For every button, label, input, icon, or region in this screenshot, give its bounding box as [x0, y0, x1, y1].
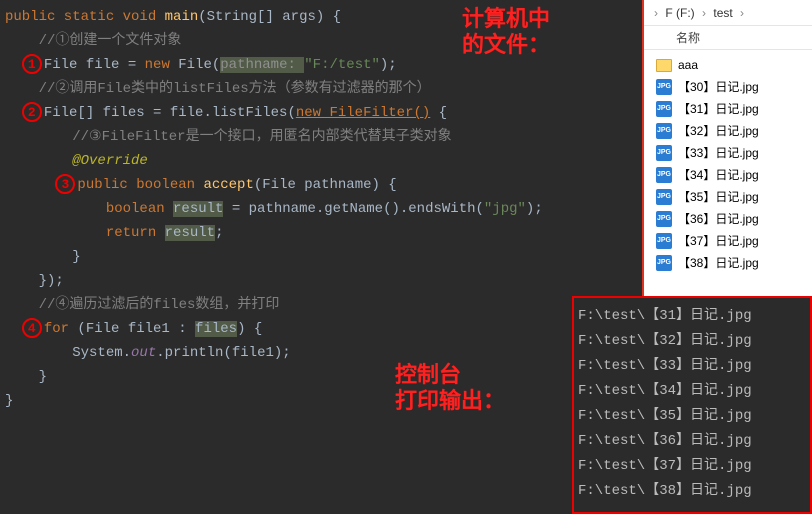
- jpg-icon: JPG: [656, 101, 672, 117]
- code-editor[interactable]: public static void main(String[] args) {…: [0, 0, 640, 514]
- console-line: F:\test\【38】日记.jpg: [578, 479, 806, 504]
- jpg-icon: JPG: [656, 233, 672, 249]
- code-text: = pathname.getName().endsWith(: [223, 201, 483, 217]
- kw-boolean: boolean: [5, 201, 173, 217]
- jpg-icon: JPG: [656, 79, 672, 95]
- annotation-console-label: 控制台打印输出：: [395, 362, 505, 414]
- console-output[interactable]: F:\test\【31】日记.jpgF:\test\【32】日记.jpgF:\t…: [572, 296, 812, 514]
- folder-icon: [656, 59, 672, 72]
- jpg-icon: JPG: [656, 167, 672, 183]
- file-name: 【34】日记.jpg: [678, 164, 759, 186]
- file-name: 【30】日记.jpg: [678, 76, 759, 98]
- kw-new: new: [145, 57, 179, 73]
- marker-4: 4: [22, 318, 42, 338]
- code-brace: });: [5, 269, 640, 293]
- file-row[interactable]: JPG 【37】日记.jpg: [644, 230, 812, 252]
- annotation-files-label: 计算机中的文件：: [462, 6, 550, 58]
- code-text: {: [430, 105, 447, 121]
- marker-3: 3: [55, 174, 75, 194]
- code-text: File(: [178, 57, 220, 73]
- console-line: F:\test\【34】日记.jpg: [578, 379, 806, 404]
- kw-new-filter: new FileFilter(): [296, 105, 430, 121]
- jpg-icon: JPG: [656, 189, 672, 205]
- file-row[interactable]: JPG 【30】日记.jpg: [644, 76, 812, 98]
- file-row[interactable]: JPG 【31】日记.jpg: [644, 98, 812, 120]
- field-out: out: [131, 345, 156, 361]
- file-name: 【32】日记.jpg: [678, 120, 759, 142]
- kw-return: return: [5, 225, 165, 241]
- jpg-icon: JPG: [656, 123, 672, 139]
- file-row[interactable]: JPG 【35】日记.jpg: [644, 186, 812, 208]
- code-brace: }: [5, 245, 640, 269]
- comment-4: //④遍历过滤后的files数组，并打印: [5, 293, 640, 317]
- file-name: 【36】日记.jpg: [678, 208, 759, 230]
- method-main: main: [165, 9, 199, 25]
- string-literal: "F:/test": [304, 57, 380, 73]
- code-brace: }: [5, 389, 640, 413]
- code-text: ) {: [237, 321, 262, 337]
- var-result: result: [173, 201, 223, 217]
- comment-2: //②调用File类中的listFiles方法（参数有过滤器的那个）: [5, 77, 640, 101]
- comment-3: //③FileFilter是一个接口，用匿名内部类代替其子类对象: [5, 125, 640, 149]
- annotation-override: @Override: [5, 149, 640, 173]
- chevron-icon: ›: [702, 6, 706, 20]
- jpg-icon: JPG: [656, 211, 672, 227]
- code-text: ;: [215, 225, 223, 241]
- var-result2: result: [165, 225, 215, 241]
- breadcrumb-folder[interactable]: test: [713, 6, 732, 20]
- file-explorer: › F (F:) › test › 名称 aaaJPG【30】日记.jpgJPG…: [642, 0, 812, 296]
- file-name: 【38】日记.jpg: [678, 252, 759, 274]
- var-files: files: [195, 321, 237, 337]
- console-line: F:\test\【31】日记.jpg: [578, 304, 806, 329]
- jpg-icon: JPG: [656, 255, 672, 271]
- kw-public-bool: public boolean: [77, 177, 203, 193]
- code-text: File file =: [44, 57, 145, 73]
- method-accept: accept: [203, 177, 253, 193]
- file-row[interactable]: JPG 【36】日记.jpg: [644, 208, 812, 230]
- param-hint: pathname:: [220, 57, 304, 73]
- string-jpg: "jpg": [484, 201, 526, 217]
- console-line: F:\test\【37】日记.jpg: [578, 454, 806, 479]
- code-text: File[] files = file.listFiles(: [44, 105, 296, 121]
- marker-2: 2: [22, 102, 42, 122]
- column-header-name[interactable]: 名称: [644, 26, 812, 50]
- code-text: .println(file1);: [156, 345, 290, 361]
- code-text: System.: [5, 345, 131, 361]
- file-row[interactable]: JPG 【32】日记.jpg: [644, 120, 812, 142]
- file-row[interactable]: JPG 【38】日记.jpg: [644, 252, 812, 274]
- breadcrumb[interactable]: › F (F:) › test ›: [644, 0, 812, 26]
- jpg-icon: JPG: [656, 145, 672, 161]
- file-row[interactable]: JPG 【34】日记.jpg: [644, 164, 812, 186]
- file-name: aaa: [678, 54, 698, 76]
- code-text: (File file1 :: [77, 321, 195, 337]
- file-name: 【31】日记.jpg: [678, 98, 759, 120]
- chevron-icon: ›: [740, 6, 744, 20]
- console-line: F:\test\【32】日记.jpg: [578, 329, 806, 354]
- marker-1: 1: [22, 54, 42, 74]
- console-line: F:\test\【33】日记.jpg: [578, 354, 806, 379]
- kw-for: for: [44, 321, 78, 337]
- code-text: (String[] args) {: [198, 9, 341, 25]
- file-name: 【37】日记.jpg: [678, 230, 759, 252]
- breadcrumb-drive[interactable]: F (F:): [665, 6, 694, 20]
- file-name: 【33】日记.jpg: [678, 142, 759, 164]
- kw-public: public static void: [5, 9, 165, 25]
- file-list: aaa JPG 【30】日记.jpg JPG 【31】日记.jpg JPG 【32】日记.j…: [644, 50, 812, 278]
- code-text: (File pathname) {: [254, 177, 397, 193]
- file-row[interactable]: JPG 【33】日记.jpg: [644, 142, 812, 164]
- code-text: );: [380, 57, 397, 73]
- console-line: F:\test\【35】日记.jpg: [578, 404, 806, 429]
- console-line: F:\test\【36】日记.jpg: [578, 429, 806, 454]
- chevron-icon: ›: [654, 6, 658, 20]
- file-row[interactable]: aaa: [644, 54, 812, 76]
- code-text: );: [526, 201, 543, 217]
- code-brace: }: [5, 365, 640, 389]
- file-name: 【35】日记.jpg: [678, 186, 759, 208]
